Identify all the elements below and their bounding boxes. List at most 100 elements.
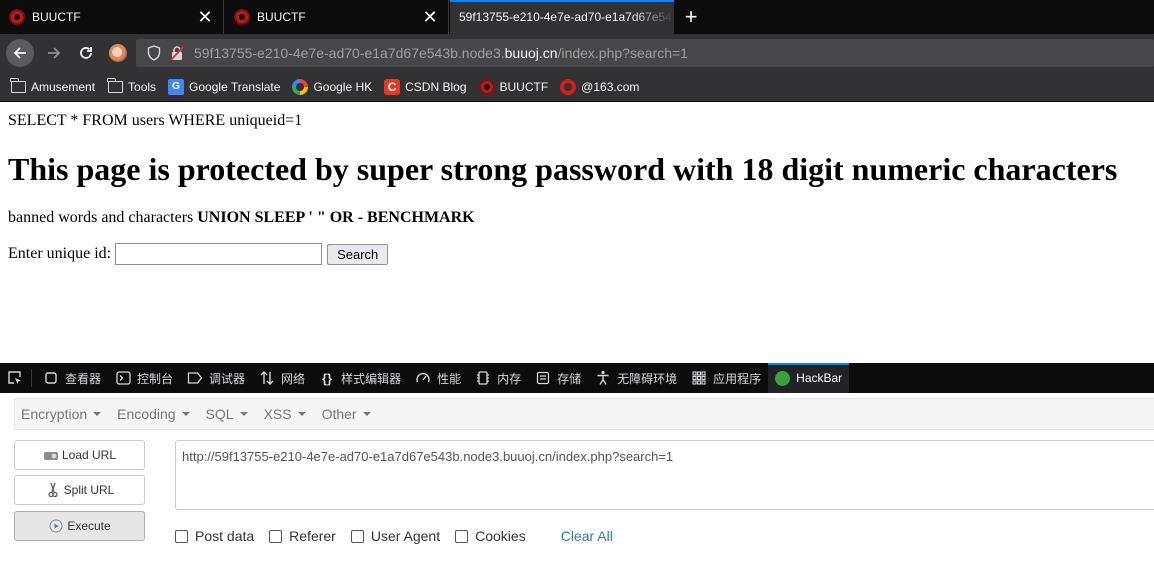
profile-avatar[interactable] — [104, 39, 132, 67]
tab-style-editor[interactable]: {} 样式编辑器 — [312, 363, 408, 393]
hackbar-options: Post data Referer User Agent Cookies Cle… — [175, 528, 613, 544]
tab-buuctf-1[interactable]: BUUCTF ✕ — [0, 0, 224, 34]
search-button[interactable]: Search — [327, 243, 389, 265]
tab-performance[interactable]: 性能 — [408, 363, 468, 393]
clear-all-link[interactable]: Clear All — [561, 528, 613, 544]
checkbox-box — [350, 529, 364, 543]
new-tab-plus-icon[interactable]: + — [678, 4, 704, 30]
tab-strip: BUUCTF ✕ BUUCTF ✕ 59f13755-e210-4e7e-ad7… — [0, 0, 1154, 34]
devtools-tab-label: 查看器 — [65, 371, 102, 386]
caret-down-icon — [297, 412, 306, 416]
debugger-icon — [187, 370, 203, 386]
caret-down-icon — [362, 412, 371, 416]
unique-id-input[interactable] — [115, 243, 323, 265]
load-url-icon — [43, 448, 59, 462]
close-tab-icon[interactable]: ✕ — [418, 5, 442, 29]
tab-inspector[interactable]: 查看器 — [36, 363, 108, 393]
shield-icon[interactable] — [142, 39, 166, 67]
split-url-button[interactable]: Split URL — [14, 475, 145, 505]
caret-down-icon — [181, 412, 190, 416]
bookmark-amusement[interactable]: Amusement — [10, 77, 95, 95]
bookmark-tools[interactable]: Tools — [107, 77, 157, 95]
devtools-tab-label: 样式编辑器 — [341, 371, 402, 386]
devtools-tab-label: 网络 — [281, 371, 306, 386]
close-tab-icon[interactable]: ✕ — [193, 5, 217, 29]
checkbox-label: Cookies — [475, 528, 526, 544]
menu-other[interactable]: Other — [322, 406, 371, 422]
google-translate-icon: G — [168, 78, 185, 95]
bookmark-label: @163.com — [581, 79, 640, 94]
avatar-icon — [109, 44, 127, 62]
tab-storage[interactable]: 存储 — [528, 363, 588, 393]
banned-words: UNION SLEEP ' " OR - BENCHMARK — [197, 209, 475, 226]
hackbar-menu-bar: Encryption Encoding SQL XSS Other — [14, 398, 1154, 430]
reload-button[interactable] — [72, 39, 100, 67]
sql-query-text: SELECT * FROM users WHERE uniqueid=1 — [8, 112, 303, 129]
bookmark-label: BUUCTF — [499, 79, 549, 94]
address-bar[interactable]: 59f13755-e210-4e7e-ad70-e1a7d67e543b.nod… — [136, 39, 1154, 67]
load-url-button[interactable]: Load URL — [14, 440, 145, 470]
caret-down-icon — [239, 412, 248, 416]
hackbar-url-textarea[interactable]: http://59f13755-e210-4e7e-ad70-e1a7d67e5… — [175, 440, 1154, 510]
tab-active[interactable]: 59f13755-e210-4e7e-ad70-e1a7d67e543b.nod… — [450, 0, 674, 34]
tab-accessibility[interactable]: 无障碍环境 — [588, 363, 684, 393]
page-content: SELECT * FROM users WHERE uniqueid=1 Thi… — [0, 102, 1154, 363]
tab-debugger[interactable]: 调试器 — [180, 363, 252, 393]
insecure-lock-icon[interactable] — [166, 39, 188, 67]
bookmark-label: Google HK — [313, 79, 373, 94]
devtools-tab-label: 控制台 — [137, 371, 174, 386]
bookmark-csdn-blog[interactable]: C CSDN Blog — [384, 78, 467, 95]
console-icon — [115, 370, 131, 386]
url-text[interactable]: 59f13755-e210-4e7e-ad70-e1a7d67e543b.nod… — [194, 45, 688, 61]
buuctf-favicon-icon — [234, 9, 250, 25]
referer-checkbox[interactable]: Referer — [269, 528, 336, 544]
tab-application[interactable]: 应用程序 — [684, 363, 768, 393]
bookmark-buuctf[interactable]: BUUCTF — [478, 78, 549, 95]
bookmark-label: Tools — [128, 79, 157, 94]
toolbar-divider — [31, 369, 32, 387]
arrow-right-icon — [48, 47, 61, 59]
menu-encoding[interactable]: Encoding — [117, 406, 190, 422]
buuctf-favicon-icon — [9, 9, 25, 25]
menu-label: Other — [321, 406, 357, 422]
tab-memory[interactable]: 内存 — [468, 363, 528, 393]
menu-xss[interactable]: XSS — [264, 406, 306, 422]
menu-label: Encryption — [21, 406, 88, 422]
tab-title: BUUCTF — [32, 10, 81, 24]
post-data-checkbox[interactable]: Post data — [175, 528, 254, 544]
checkbox-box — [455, 529, 469, 543]
folder-icon — [107, 77, 123, 95]
tab-title: 59f13755-e210-4e7e-ad70-e1a7d67e543b.nod… — [459, 10, 674, 24]
user-agent-checkbox[interactable]: User Agent — [350, 528, 441, 544]
back-button[interactable] — [6, 39, 34, 67]
url-domain: buuoj.cn — [504, 45, 558, 61]
cookies-checkbox[interactable]: Cookies — [455, 528, 526, 544]
menu-encryption[interactable]: Encryption — [21, 406, 102, 422]
bookmark-google-translate[interactable]: G Google Translate — [168, 78, 280, 95]
devtools-tab-label: 无障碍环境 — [617, 371, 678, 386]
hackbar-panel: Encryption Encoding SQL XSS Other Load U… — [0, 393, 1154, 569]
checkbox-label: Post data — [195, 528, 255, 544]
accessibility-person-icon — [595, 370, 611, 386]
banned-prefix: banned words and characters — [8, 209, 194, 226]
execute-button[interactable]: Execute — [14, 511, 145, 541]
element-picker-button[interactable] — [0, 363, 27, 393]
menu-sql[interactable]: SQL — [206, 406, 248, 422]
mail163-icon — [560, 78, 577, 95]
tab-buuctf-2[interactable]: BUUCTF ✕ — [225, 0, 449, 34]
tab-console[interactable]: 控制台 — [108, 363, 180, 393]
google-icon — [292, 78, 309, 95]
tab-hackbar[interactable]: HackBar — [768, 363, 850, 393]
bookmark-163[interactable]: @163.com — [560, 78, 640, 95]
menu-label: SQL — [205, 406, 234, 422]
bookmarks-toolbar: Amusement Tools G Google Translate Googl… — [0, 72, 1154, 102]
checkbox-label: User Agent — [370, 528, 441, 544]
tab-network[interactable]: 网络 — [252, 363, 312, 393]
forward-button[interactable] — [40, 39, 68, 67]
buuctf-icon — [478, 78, 495, 95]
csdn-icon: C — [384, 78, 401, 95]
reload-icon — [80, 47, 92, 59]
scissors-icon — [45, 482, 61, 498]
menu-label: XSS — [263, 406, 292, 422]
bookmark-google-hk[interactable]: Google HK — [292, 78, 373, 95]
